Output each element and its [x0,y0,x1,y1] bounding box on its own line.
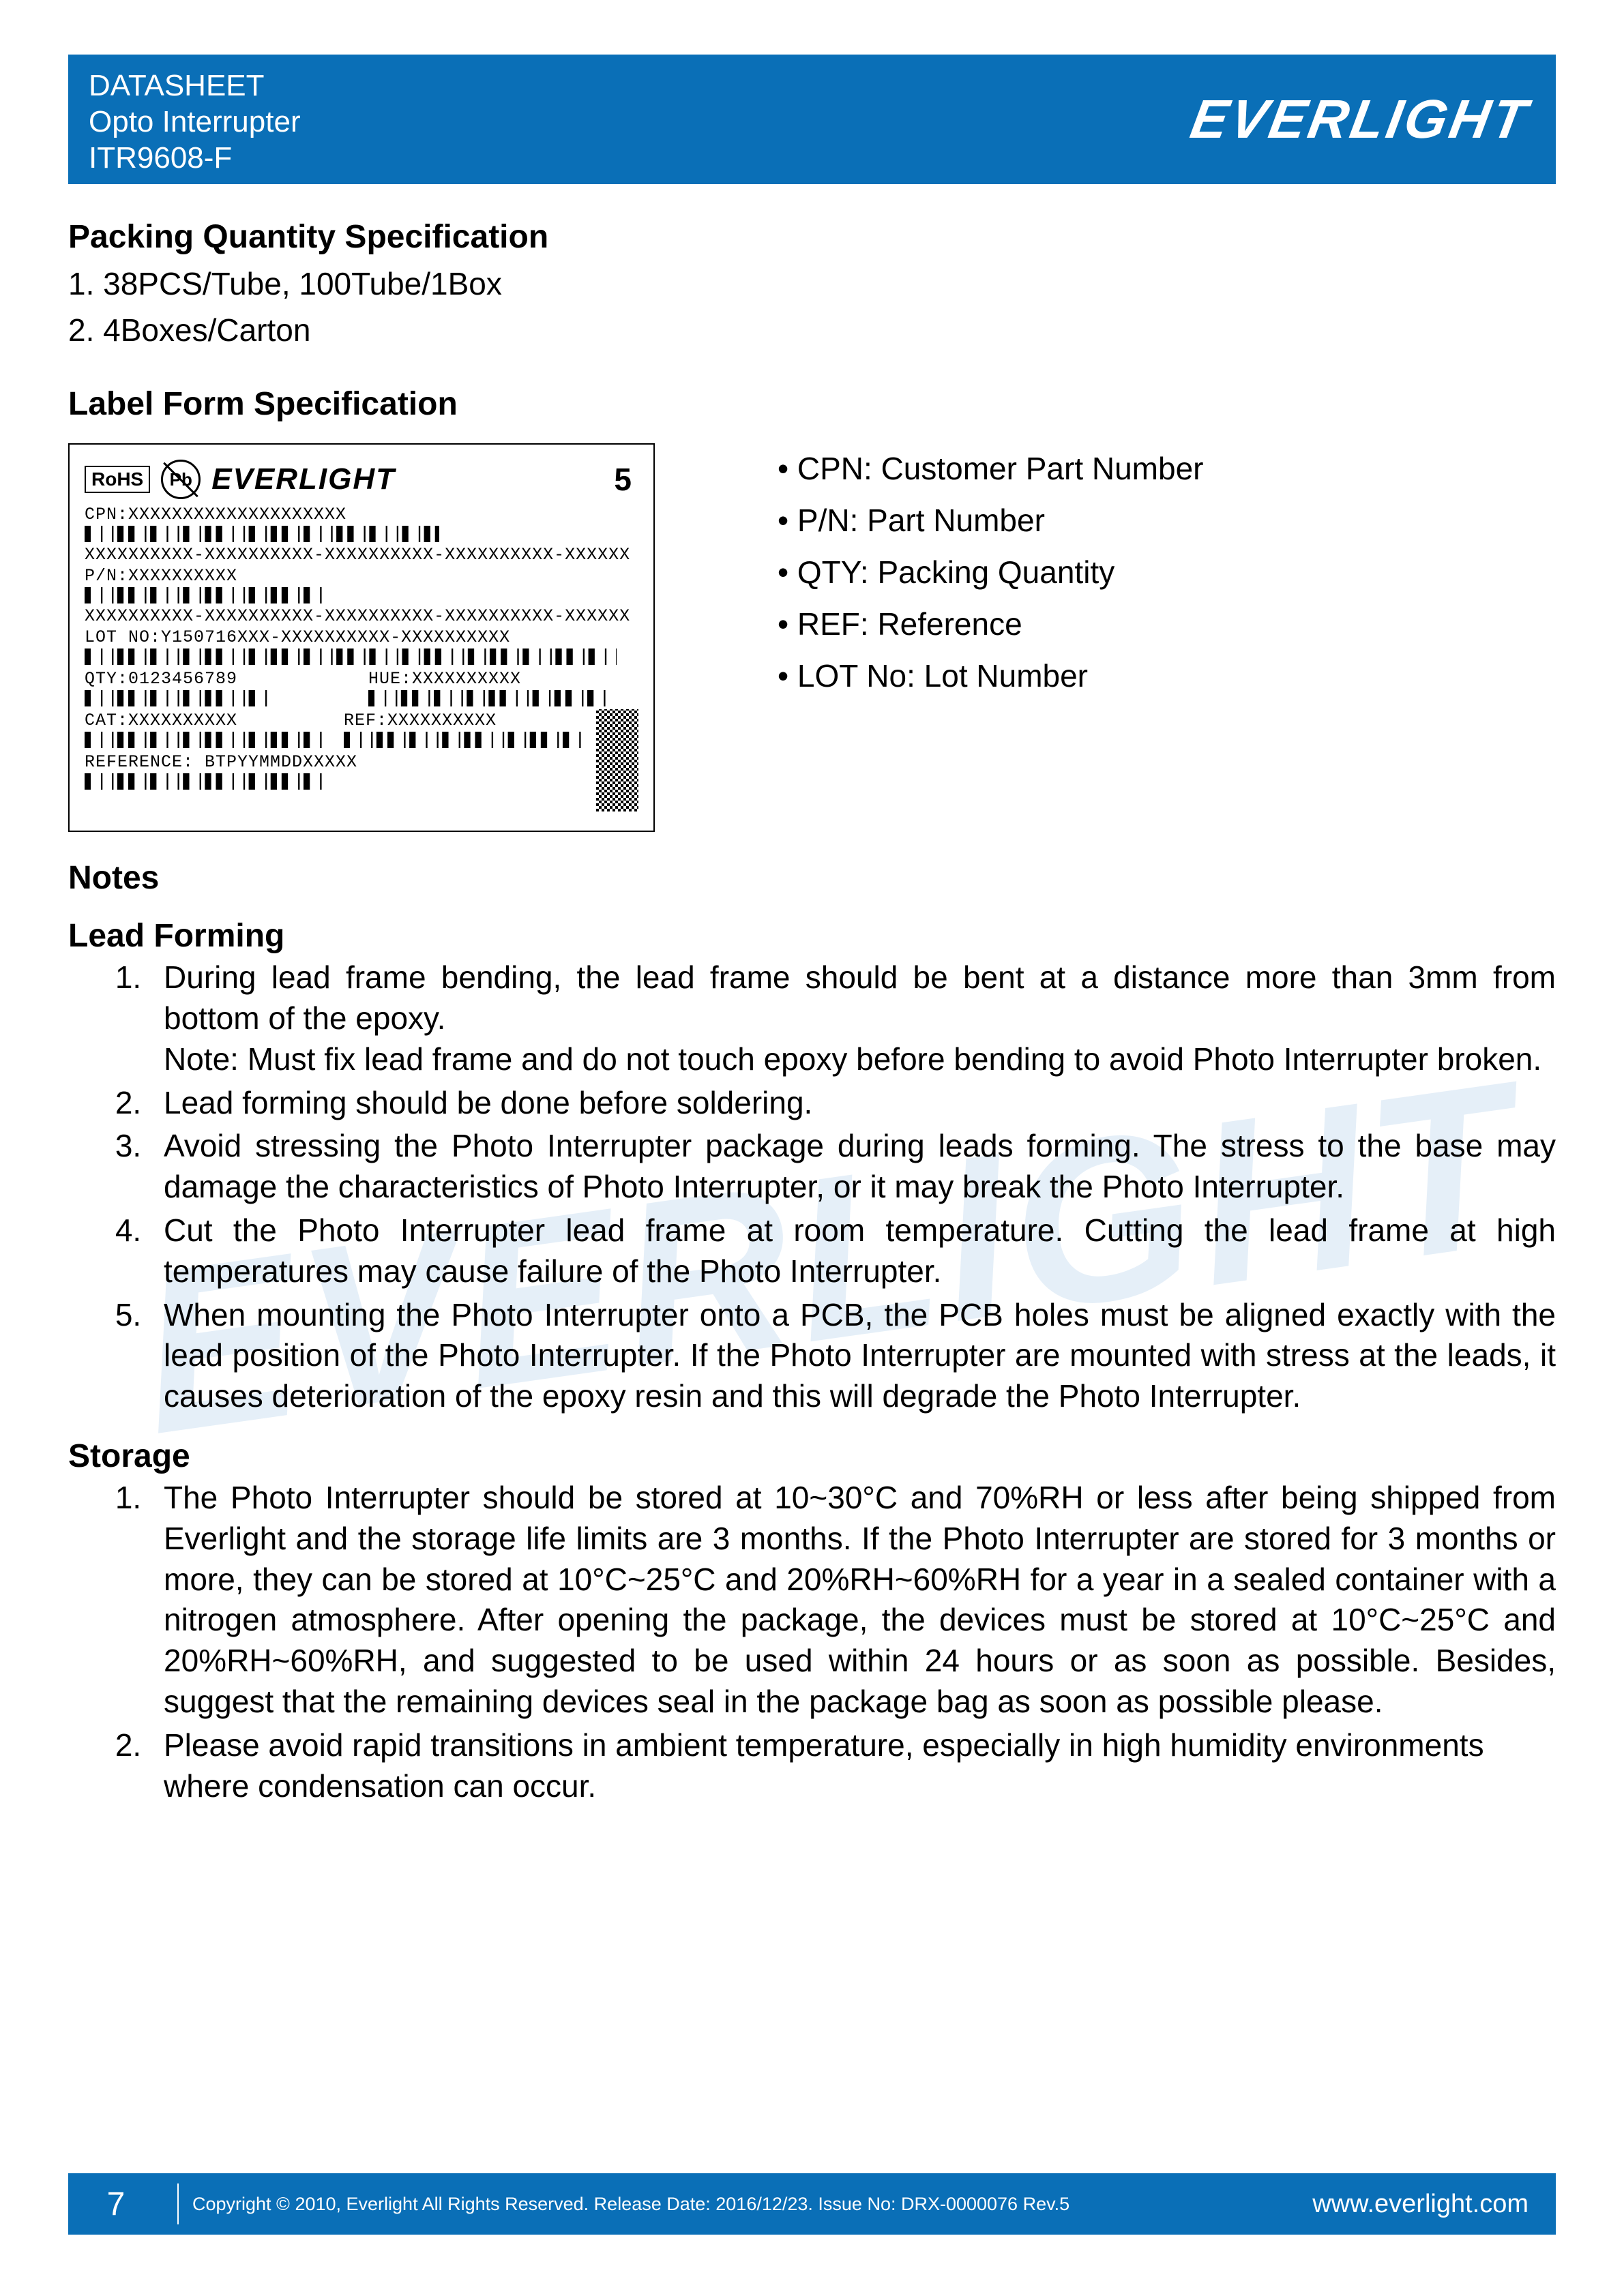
legend-item: P/N: Part Number [778,495,1204,547]
barcode-icon: ▌││▌▌│▌││▌│▌▌││▌│▌▌│▌││ [344,732,589,748]
packing-item: 1. 38PCS/Tube, 100Tube/1Box [68,263,1556,305]
label-cat: CAT:XXXXXXXXXX [85,711,330,730]
label-ref: REF:XXXXXXXXXX [344,711,589,730]
qr-code-icon [596,709,638,811]
header-right: EVERLIGHT [369,55,1556,184]
packing-item: 2. 4Boxes/Carton [68,309,1556,351]
label-reference: REFERENCE: BTPYYMMDDXXXXX [85,752,589,772]
note-item: The Photo Interrupter should be stored a… [150,1478,1556,1723]
note-item: During lead frame bending, the lead fram… [150,957,1556,1079]
note-item: Please avoid rapid transitions in ambien… [150,1725,1556,1807]
label-qty-hue-row: QTY:0123456789 ▌││▌▌│▌││▌│▌▌││▌│ HUE:XXX… [85,668,638,709]
barcode-icon: ▌││▌▌│▌││▌│▌▌││▌│▌▌│▌││▌▌│▌││▌│▌▌││▌│▌▌│… [85,648,617,665]
barcode-icon: ▌││▌▌│▌││▌│▌▌││▌│▌▌│▌││▌▌│▌││ [85,587,330,603]
barcode-icon: ▌││▌▌│▌││▌│▌▌││▌│▌▌│▌││▌▌│▌││▌ [85,773,330,790]
barcode-icon: ▌││▌▌│▌││▌│▌▌││▌│▌▌│▌││▌▌│ [368,690,614,706]
note-item: When mounting the Photo Interrupter onto… [150,1295,1556,1417]
lead-forming-notes: During lead frame bending, the lead fram… [68,957,1556,1417]
label-top-row: RoHS Pb EVERLIGHT 5 [85,460,638,499]
header-line2: Opto Interrupter [89,104,301,140]
footer-separator [177,2183,179,2224]
packing-title: Packing Quantity Specification [68,218,1556,256]
label-cpn: CPN:XXXXXXXXXXXXXXXXXXXX [85,505,638,524]
brand-logo: EVERLIGHT [1192,88,1529,151]
header-line1: DATASHEET [89,68,301,104]
label-hue: HUE:XXXXXXXXXX [368,669,638,689]
note-item: Lead forming should be done before solde… [150,1083,1556,1124]
content: DATASHEET Opto Interrupter ITR9608-F EVE… [68,55,1556,1806]
barcode-icon: ▌││▌▌│▌││▌│▌▌││▌│▌▌│▌││ [85,732,330,748]
storage-notes: The Photo Interrupter should be stored a… [68,1478,1556,1806]
footer-page-number: 7 [68,2186,164,2223]
legend-item: QTY: Packing Quantity [778,547,1204,599]
labelform-title: Label Form Specification [68,385,1556,423]
label-legend: CPN: Customer Part Number P/N: Part Numb… [778,443,1204,702]
label-xrow2: XXXXXXXXXX-XXXXXXXXXX-XXXXXXXXXX-XXXXXXX… [85,606,638,626]
label-lot: LOT NO:Y150716XXX-XXXXXXXXXX-XXXXXXXXXX [85,627,638,647]
footer-copyright: Copyright © 2010, Everlight All Rights R… [192,2194,1312,2215]
notes-title: Notes [68,859,1556,897]
label-section: RoHS Pb EVERLIGHT 5 CPN:XXXXXXXXXXXXXXXX… [68,443,1556,832]
barcode-icon: ▌││▌▌│▌││▌│▌▌││▌│▌▌│▌││▌▌│▌││▌│▌▌││▌│▌▌│… [85,526,439,542]
legend-item: LOT No: Lot Number [778,651,1204,702]
rohs-badge: RoHS [85,466,150,493]
label-five: 5 [614,461,638,498]
lead-forming-title: Lead Forming [68,917,1556,955]
footer-bar: 7 Copyright © 2010, Everlight All Rights… [68,2173,1556,2235]
page: EVERLIGHT DATASHEET Opto Interrupter ITR… [0,0,1624,2296]
legend-item: REF: Reference [778,599,1204,651]
storage-title: Storage [68,1437,1556,1475]
label-brand: EVERLIGHT [211,462,396,496]
header-bar: DATASHEET Opto Interrupter ITR9608-F EVE… [68,55,1556,184]
note-item: Cut the Photo Interrupter lead frame at … [150,1210,1556,1292]
header-line3: ITR9608-F [89,140,301,177]
label-box: RoHS Pb EVERLIGHT 5 CPN:XXXXXXXXXXXXXXXX… [68,443,655,832]
label-cat-ref-row: CAT:XXXXXXXXXX ▌││▌▌│▌││▌│▌▌││▌│▌▌│▌││ R… [85,709,589,751]
packing-list: 1. 38PCS/Tube, 100Tube/1Box 2. 4Boxes/Ca… [68,263,1556,351]
note-item: Avoid stressing the Photo Interrupter pa… [150,1126,1556,1208]
label-xrow: XXXXXXXXXX-XXXXXXXXXX-XXXXXXXXXX-XXXXXXX… [85,545,638,565]
header-left: DATASHEET Opto Interrupter ITR9608-F [68,55,369,184]
legend-item: CPN: Customer Part Number [778,443,1204,495]
barcode-icon: ▌││▌▌│▌││▌│▌▌││▌│ [85,690,330,706]
label-pn: P/N:XXXXXXXXXX [85,566,638,586]
footer-url: www.everlight.com [1312,2190,1556,2219]
label-qty: QTY:0123456789 [85,669,355,689]
pb-free-icon: Pb [161,460,201,499]
